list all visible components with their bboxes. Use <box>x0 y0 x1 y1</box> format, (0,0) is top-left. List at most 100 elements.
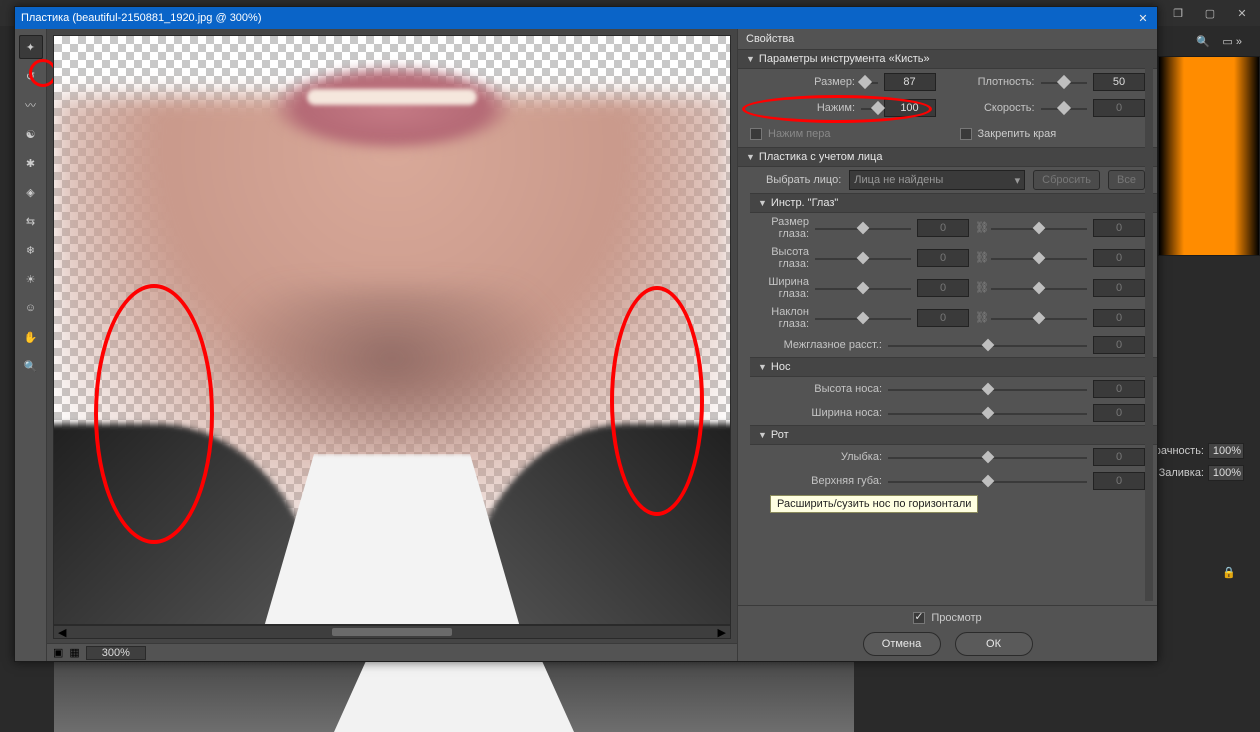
upper-lip-value[interactable] <box>1093 472 1145 490</box>
mouth-section-header[interactable]: Рот <box>750 425 1157 445</box>
nose-height-slider[interactable] <box>888 382 1087 396</box>
all-faces-button: Все <box>1108 170 1145 190</box>
scroll-right-icon[interactable]: ▶ <box>718 626 726 639</box>
pucker-tool[interactable]: ✱ <box>19 151 43 175</box>
nose-width-slider[interactable] <box>888 406 1087 420</box>
dialog-title: Пластика (beautiful-2150881_1920.jpg @ 3… <box>21 12 262 24</box>
eye-size-left-value[interactable] <box>917 219 969 237</box>
faceaware-section-header[interactable]: Пластика с учетом лица <box>738 147 1157 167</box>
eye-tilt-left-value[interactable] <box>917 309 969 327</box>
eye-size-left-slider[interactable] <box>815 221 911 235</box>
liquify-dialog: Пластика (beautiful-2150881_1920.jpg @ 3… <box>14 6 1158 662</box>
eye-tilt-left-slider[interactable] <box>815 311 911 325</box>
smile-label: Улыбка: <box>742 451 882 463</box>
eye-distance-value[interactable] <box>1093 336 1145 354</box>
document-canvas[interactable] <box>53 35 731 625</box>
bloat-tool[interactable]: ◈ <box>19 180 43 204</box>
smile-value[interactable] <box>1093 448 1145 466</box>
eye-tilt-label: Наклон глаза: <box>742 306 809 330</box>
nose-width-value[interactable] <box>1093 404 1145 422</box>
push-left-tool[interactable]: ⇆ <box>19 209 43 233</box>
ok-button[interactable]: ОК <box>955 632 1033 656</box>
link-icon[interactable]: ⛓ <box>975 311 985 325</box>
fit-icon[interactable]: ▣ <box>53 646 63 659</box>
dialog-titlebar[interactable]: Пластика (beautiful-2150881_1920.jpg @ 3… <box>15 7 1157 29</box>
thaw-mask-tool[interactable]: ☀ <box>19 267 43 291</box>
nose-height-value[interactable] <box>1093 380 1145 398</box>
pressure-label: Нажим: <box>750 102 855 114</box>
layer-options: зрачность: Заливка: <box>1156 440 1256 484</box>
reconstruct-tool[interactable]: ↺ <box>19 64 43 88</box>
eye-tilt-right-slider[interactable] <box>991 311 1087 325</box>
app-close-button[interactable]: ✕ <box>1228 3 1256 23</box>
size-value[interactable] <box>884 73 936 91</box>
scroll-thumb[interactable] <box>332 628 452 636</box>
preview-checkbox[interactable] <box>913 612 925 624</box>
opacity-field[interactable] <box>1208 443 1244 459</box>
eye-size-label: Размер глаза: <box>742 216 809 240</box>
grid-icon[interactable]: ▦ <box>69 646 79 659</box>
eyes-section-header[interactable]: Инстр. "Глаз" <box>750 193 1157 213</box>
face-tool[interactable]: ☺ <box>19 296 43 320</box>
scroll-left-icon[interactable]: ◀ <box>58 626 66 639</box>
app-maximize-button[interactable]: ▢ <box>1196 3 1224 23</box>
canvas-area: ◀ ▶ ▣ ▦ <box>47 29 737 661</box>
tooltip: Расширить/сузить нос по горизонтали <box>770 495 978 513</box>
pressure-value[interactable] <box>884 99 936 117</box>
density-label: Плотность: <box>960 76 1035 88</box>
pressure-slider[interactable] <box>861 101 878 115</box>
horizontal-scrollbar[interactable]: ◀ ▶ <box>53 625 731 639</box>
eye-height-right-value[interactable] <box>1093 249 1145 267</box>
eye-width-label: Ширина глаза: <box>742 276 809 300</box>
smooth-tool[interactable]: 〰 <box>19 93 43 117</box>
link-icon[interactable]: ⛓ <box>975 221 985 235</box>
eye-height-label: Высота глаза: <box>742 246 809 270</box>
properties-scrollbar[interactable] <box>1145 59 1153 601</box>
nose-width-label: Ширина носа: <box>742 407 882 419</box>
forward-warp-tool[interactable]: ✦ <box>19 35 43 59</box>
zoom-field[interactable] <box>86 646 146 660</box>
rate-label: Скорость: <box>960 102 1035 114</box>
color-panel[interactable] <box>1158 56 1260 256</box>
eye-size-right-value[interactable] <box>1093 219 1145 237</box>
density-value[interactable] <box>1093 73 1145 91</box>
eye-distance-slider[interactable] <box>888 338 1087 352</box>
eye-width-right-value[interactable] <box>1093 279 1145 297</box>
eye-width-left-slider[interactable] <box>815 281 911 295</box>
preview-label: Просмотр <box>931 612 981 624</box>
density-slider[interactable] <box>1041 75 1088 89</box>
pin-edges-checkbox[interactable] <box>960 128 972 140</box>
size-slider[interactable] <box>861 75 878 89</box>
twirl-tool[interactable]: ☯ <box>19 122 43 146</box>
eye-width-right-slider[interactable] <box>991 281 1087 295</box>
workspace-icons[interactable]: ▭ » <box>1222 35 1242 48</box>
smile-slider[interactable] <box>888 450 1087 464</box>
eye-height-right-slider[interactable] <box>991 251 1087 265</box>
eye-height-left-value[interactable] <box>917 249 969 267</box>
cancel-button[interactable]: Отмена <box>863 632 941 656</box>
search-icon[interactable]: 🔍 <box>1196 35 1210 48</box>
select-face-dropdown[interactable]: Лица не найдены▾ <box>849 170 1025 190</box>
canvas-statusbar: ▣ ▦ <box>47 643 737 661</box>
nose-height-label: Высота носа: <box>742 383 882 395</box>
fill-field[interactable] <box>1208 465 1244 481</box>
nose-section-header[interactable]: Нос <box>750 357 1157 377</box>
freeze-mask-tool[interactable]: ❄ <box>19 238 43 262</box>
rate-slider[interactable] <box>1041 101 1088 115</box>
eye-width-left-value[interactable] <box>917 279 969 297</box>
background-document <box>54 662 854 732</box>
reset-face-button: Сбросить <box>1033 170 1100 190</box>
properties-panel: Свойства Параметры инструмента «Кисть» Р… <box>737 29 1157 661</box>
hand-tool[interactable]: ✋ <box>19 325 43 349</box>
eye-tilt-right-value[interactable] <box>1093 309 1145 327</box>
dialog-footer: Просмотр Отмена ОК <box>738 605 1157 661</box>
link-icon[interactable]: ⛓ <box>975 281 985 295</box>
eye-size-right-slider[interactable] <box>991 221 1087 235</box>
eye-height-left-slider[interactable] <box>815 251 911 265</box>
upper-lip-slider[interactable] <box>888 474 1087 488</box>
dialog-close-icon[interactable]: ✕ <box>1135 12 1151 25</box>
zoom-tool[interactable]: 🔍 <box>19 354 43 378</box>
brush-section-header[interactable]: Параметры инструмента «Кисть» <box>738 49 1157 69</box>
link-icon[interactable]: ⛓ <box>975 251 985 265</box>
app-restore-button[interactable]: ❐ <box>1164 3 1192 23</box>
